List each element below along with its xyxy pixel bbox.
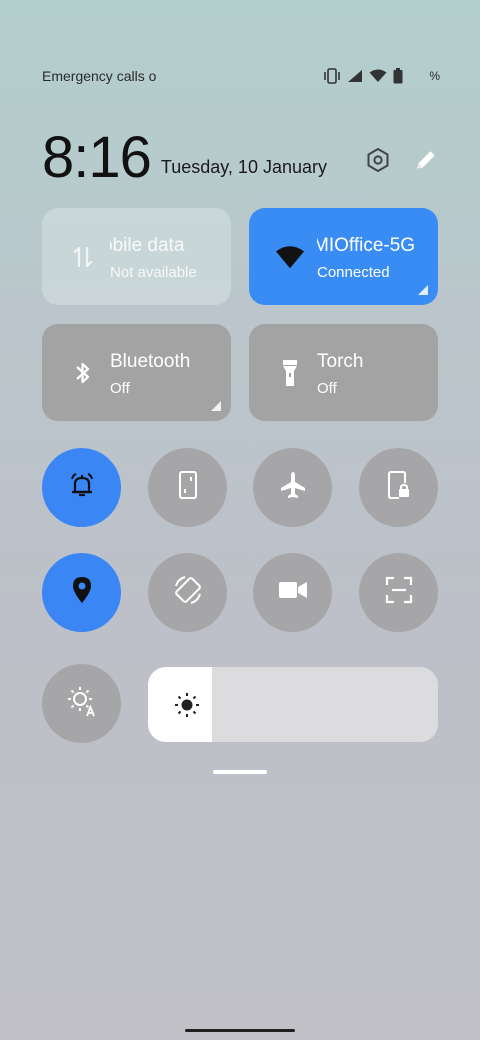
- location-toggle[interactable]: [42, 553, 121, 632]
- screen-mirror-toggle[interactable]: [148, 448, 227, 527]
- bluetooth-icon: [68, 358, 98, 388]
- wifi-expand-icon[interactable]: [418, 285, 428, 295]
- carrier-status-text: Emergency calls o: [42, 68, 157, 84]
- mobile-data-status: Not available: [110, 264, 197, 281]
- status-bar: Emergency calls o %: [42, 62, 440, 90]
- auto-rotate-toggle[interactable]: [148, 553, 227, 632]
- bluetooth-status: Off: [110, 380, 130, 397]
- torch-status: Off: [317, 380, 337, 397]
- bluetooth-expand-icon[interactable]: [211, 401, 221, 411]
- torch-tile[interactable]: Torch Off: [249, 324, 438, 421]
- vibrate-icon: [323, 68, 341, 84]
- status-icons: %: [323, 68, 440, 84]
- airplane-icon: [278, 470, 308, 505]
- wifi-status-icon: [369, 69, 387, 83]
- lock-screen-toggle[interactable]: [359, 448, 438, 527]
- alarm-bell-icon: [67, 470, 97, 505]
- auto-brightness-toggle[interactable]: [42, 664, 121, 743]
- screen-mirror-icon: [177, 470, 199, 505]
- mobile-data-title: obile data: [110, 235, 185, 256]
- mobile-data-icon: [68, 242, 98, 272]
- brightness-sun-icon: [172, 690, 202, 720]
- signal-icon: [347, 69, 363, 83]
- wifi-status: Connected: [317, 264, 390, 281]
- panel-drag-handle[interactable]: [213, 770, 267, 774]
- torch-title: Torch: [317, 351, 364, 372]
- auto-rotate-icon: [172, 574, 204, 611]
- gesture-nav-bar[interactable]: [185, 1029, 295, 1032]
- alarm-toggle[interactable]: [42, 448, 121, 527]
- header-actions: [364, 146, 440, 174]
- flashlight-icon: [275, 358, 305, 388]
- edit-icon[interactable]: [412, 146, 440, 174]
- wifi-tile[interactable]: MIOffice-5G Connected: [249, 208, 438, 305]
- lock-screen-icon: [387, 470, 411, 505]
- bluetooth-title: Bluetooth: [110, 351, 191, 372]
- screen-record-icon: [278, 579, 308, 606]
- battery-percent: %: [429, 69, 440, 83]
- header-row: 8:16 Tuesday, 10 January: [42, 118, 440, 188]
- battery-icon: [393, 68, 403, 84]
- mobile-data-tile[interactable]: obile data Not available: [42, 208, 231, 305]
- clock: 8:16: [42, 125, 152, 190]
- scan-icon: [385, 576, 413, 609]
- auto-brightness-icon: [66, 685, 98, 722]
- screen-record-toggle[interactable]: [253, 553, 332, 632]
- brightness-slider[interactable]: [148, 667, 438, 742]
- bluetooth-tile[interactable]: Bluetooth Off: [42, 324, 231, 421]
- airplane-toggle[interactable]: [253, 448, 332, 527]
- location-icon: [70, 575, 94, 610]
- settings-icon[interactable]: [364, 146, 392, 174]
- wifi-icon: [275, 242, 305, 272]
- wifi-network-name: MIOffice-5G: [317, 235, 416, 256]
- scan-toggle[interactable]: [359, 553, 438, 632]
- date-label: Tuesday, 10 January: [160, 157, 327, 177]
